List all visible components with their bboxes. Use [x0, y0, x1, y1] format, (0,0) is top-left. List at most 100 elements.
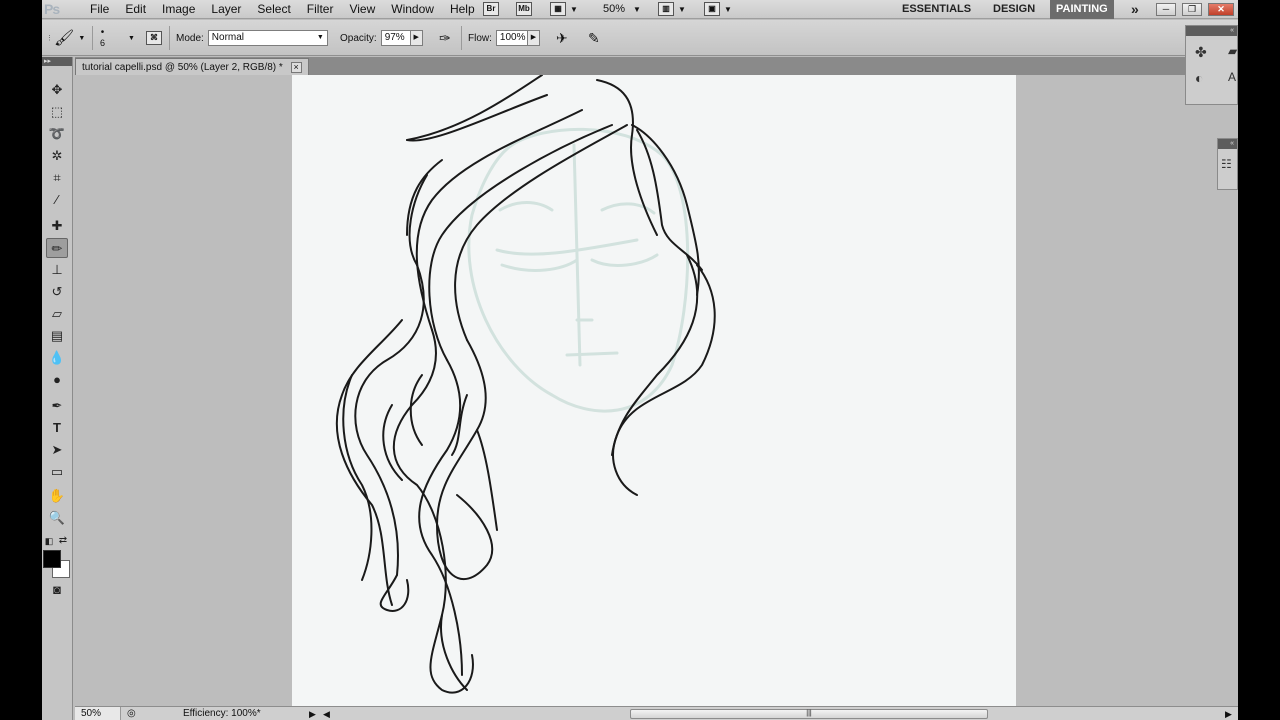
opacity-label: Opacity: — [340, 32, 377, 44]
lasso-tool-icon[interactable]: ➰ — [46, 124, 68, 144]
document-tab[interactable]: tutorial capelli.psd @ 50% (Layer 2, RGB… — [75, 58, 309, 75]
status-bar: 50% ◎ Efficiency: 100%* ▶ ◀ ||| ▶ — [75, 706, 1238, 720]
move-tool-icon[interactable]: ✥ — [46, 80, 68, 100]
arrange-icon: ▥ — [658, 2, 674, 16]
hand-tool-icon[interactable]: ✋ — [46, 486, 68, 506]
pen-tool-icon[interactable]: ✒ — [46, 396, 68, 416]
type-tool-icon[interactable]: T — [46, 418, 68, 438]
airbrush-button[interactable]: ✈ — [556, 20, 568, 56]
quick-mask-icon[interactable]: ◙ — [46, 580, 68, 600]
menu-file[interactable]: File — [82, 2, 117, 16]
gradient-tool-icon[interactable]: ▤ — [46, 326, 68, 346]
character-icon[interactable]: A — [1228, 70, 1236, 84]
default-colors-icon[interactable]: ◧ — [42, 531, 56, 551]
eyedropper-tool-icon[interactable]: ⁄ — [46, 190, 68, 210]
arrange-documents-dropdown[interactable]: ▥ ▼ — [658, 1, 686, 17]
foreground-color-swatch[interactable] — [43, 550, 61, 568]
close-tab-icon[interactable]: × — [290, 61, 302, 73]
scroll-right-button[interactable]: ▶ — [1225, 707, 1232, 720]
pressure-opacity-button[interactable]: ✑ — [439, 20, 451, 56]
minimize-button[interactable]: ─ — [1156, 3, 1176, 16]
menu-list: File Edit Image Layer Select Filter View… — [82, 2, 483, 16]
brush-tool-icon[interactable]: ✏ — [46, 238, 68, 258]
swatches-icon[interactable]: ✤ — [1195, 44, 1207, 61]
view-extras-dropdown[interactable]: ▦ ▼ — [550, 1, 578, 17]
status-info: Efficiency: 100%* — [183, 708, 261, 719]
marquee-tool-icon[interactable]: ⬚ — [46, 102, 68, 122]
menu-filter[interactable]: Filter — [299, 2, 342, 16]
clone-stamp-tool-icon[interactable]: ⊥ — [46, 260, 68, 280]
hair-sketch — [335, 75, 716, 694]
brush-preset-picker[interactable]: • 6 — [100, 20, 105, 56]
color-panel-icon[interactable]: ▰ — [1228, 44, 1237, 58]
swap-colors-icon[interactable]: ⇄ — [56, 531, 70, 551]
brush-panel-toggle[interactable]: ⌘ — [146, 20, 162, 56]
scroll-left-button[interactable]: ◀ — [323, 707, 330, 720]
app-logo: Ps — [44, 1, 60, 17]
tool-preset-picker[interactable]: 🖌 ▼ — [54, 20, 85, 56]
layers-icon[interactable]: ☷ — [1221, 157, 1232, 171]
mode-control: Mode: Normal ▼ — [176, 20, 328, 56]
pressure-size-button[interactable]: ✎ — [588, 20, 600, 56]
zoom-field[interactable]: 50% — [75, 707, 121, 720]
separator — [461, 26, 462, 50]
flow-slider-button[interactable]: ▶ — [527, 30, 540, 46]
brush-panel-icon: ⌘ — [146, 31, 162, 45]
workspace-essentials[interactable]: ESSENTIALS — [896, 0, 977, 19]
more-workspaces-icon[interactable]: » — [1125, 0, 1145, 19]
chevron-down-icon: ▼ — [633, 4, 641, 14]
chevron-down-icon: ▼ — [724, 4, 732, 14]
menu-view[interactable]: View — [341, 2, 383, 16]
face-construction-guides — [467, 127, 690, 413]
menu-bar: Ps File Edit Image Layer Select Filter V… — [42, 0, 1238, 19]
menu-image[interactable]: Image — [154, 2, 203, 16]
photoshop-window: Ps File Edit Image Layer Select Filter V… — [42, 0, 1238, 720]
eraser-tool-icon[interactable]: ▱ — [46, 304, 68, 324]
mode-value: Normal — [211, 32, 245, 43]
flow-input[interactable]: 100% — [495, 30, 528, 46]
menu-help[interactable]: Help — [442, 2, 483, 16]
restore-button[interactable]: ❐ — [1182, 3, 1202, 16]
chevron-down-icon: ▼ — [316, 34, 324, 41]
blur-tool-icon[interactable]: 💧 — [46, 348, 68, 368]
healing-brush-tool-icon[interactable]: ✚ — [46, 216, 68, 236]
hair-strokes — [335, 75, 716, 694]
adjustments-icon[interactable]: ◐ — [1195, 70, 1203, 86]
shape-tool-icon[interactable]: ▭ — [46, 462, 68, 482]
dodge-tool-icon[interactable]: ● — [46, 370, 68, 390]
workspace-design[interactable]: DESIGN — [987, 0, 1041, 19]
chevron-down-icon: ▼ — [570, 4, 578, 14]
chevron-down-icon: ▼ — [128, 34, 135, 42]
menu-window[interactable]: Window — [383, 2, 442, 16]
workspace-painting[interactable]: PAINTING — [1050, 0, 1114, 19]
menu-select[interactable]: Select — [249, 2, 298, 16]
status-expand-button[interactable]: ▶ — [309, 707, 316, 720]
horizontal-scrollbar-thumb[interactable]: ||| — [630, 709, 988, 719]
screen-mode-dropdown[interactable]: ▣ ▼ — [704, 1, 732, 17]
panel-group-2: « ☷ — [1217, 138, 1238, 190]
status-menu-icon[interactable]: ◎ — [127, 707, 136, 720]
history-brush-tool-icon[interactable]: ↺ — [46, 282, 68, 302]
minibridge-button[interactable]: Mb — [516, 1, 532, 17]
close-button[interactable]: ✕ — [1208, 3, 1234, 16]
panel-collapse-icon[interactable]: « — [1186, 26, 1237, 36]
menu-layer[interactable]: Layer — [203, 2, 249, 16]
zoom-level-dropdown[interactable]: 50% ▼ — [603, 1, 641, 17]
flow-label: Flow: — [468, 32, 492, 44]
chevron-down-icon: ▼ — [78, 34, 86, 42]
menu-edit[interactable]: Edit — [117, 2, 154, 16]
path-selection-tool-icon[interactable]: ➤ — [46, 440, 68, 460]
mode-select[interactable]: Normal ▼ — [207, 30, 328, 46]
opacity-input[interactable]: 97% — [380, 30, 411, 46]
opacity-slider-button[interactable]: ▶ — [410, 30, 423, 46]
panel-collapse-icon[interactable]: « — [1218, 139, 1237, 149]
options-grip: ⋮ — [46, 35, 53, 42]
quick-selection-tool-icon[interactable]: ✲ — [46, 146, 68, 166]
tools-panel-grip[interactable]: ▸▸ — [42, 57, 72, 66]
zoom-tool-icon[interactable]: 🔍 — [46, 508, 68, 528]
mode-label: Mode: — [176, 32, 204, 44]
crop-tool-icon[interactable]: ⌗ — [46, 168, 68, 188]
brush-preset-dropdown[interactable]: ▼ — [128, 20, 135, 56]
canvas[interactable] — [292, 75, 1016, 706]
bridge-button[interactable]: Br — [483, 1, 499, 17]
